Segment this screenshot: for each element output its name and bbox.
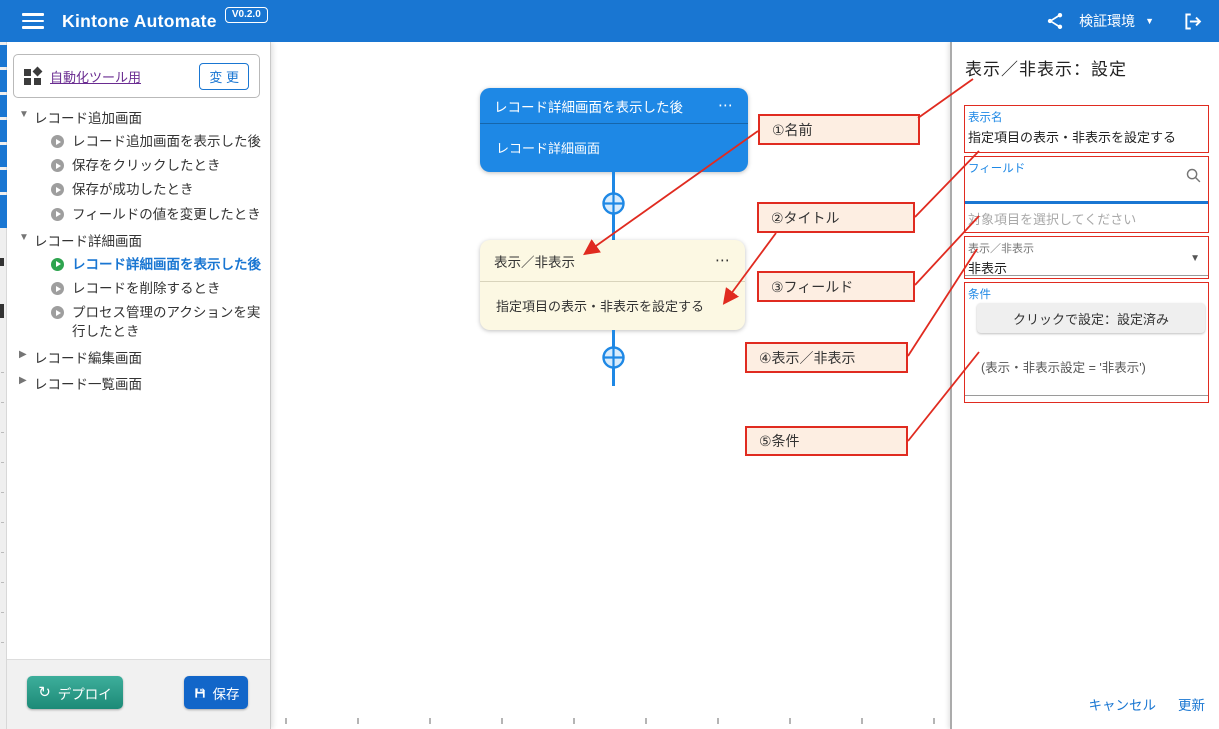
tree-item[interactable]: レコードを削除するとき — [7, 277, 270, 301]
action-node-title: 表示／非表示 — [494, 251, 575, 271]
tree-item-label: レコード詳細画面を表示した後 — [72, 256, 261, 274]
field-label: フィールド — [965, 157, 1208, 176]
tree-item-label: レコードを削除するとき — [72, 280, 221, 298]
panel-actions: キャンセル 更新 — [1089, 694, 1206, 714]
field-helper-text: 対象項目を選択してください — [968, 209, 1136, 228]
tree-item-label: 保存をクリックしたとき — [72, 157, 221, 175]
change-app-button[interactable]: 変 更 — [199, 63, 249, 90]
sidebar-footer: ↻ デプロイ 保存 — [7, 659, 270, 729]
app-icon — [24, 68, 41, 85]
caret-right-icon[interactable]: ▶ — [19, 349, 34, 360]
display-name-label: 表示名 — [965, 106, 1208, 125]
annotation-field: ③フィールド — [757, 271, 915, 302]
tree-section[interactable]: ▼レコード詳細画面 — [7, 227, 270, 253]
save-button[interactable]: 保存 — [184, 676, 248, 709]
tree-section[interactable]: ▶レコード編集画面 — [7, 344, 270, 370]
condition-expression: (表示・非表示設定 = '非表示') — [981, 357, 1146, 376]
app-name-link[interactable]: 自動化ツール用 — [50, 67, 141, 86]
tree-section-label: レコード一覧画面 — [34, 373, 142, 393]
tree-item[interactable]: プロセス管理のアクションを実行したとき — [7, 301, 270, 343]
tree-item[interactable]: 保存が成功したとき — [7, 178, 270, 202]
tree-item[interactable]: レコード追加画面を表示した後 — [7, 130, 270, 154]
cancel-button[interactable]: キャンセル — [1089, 694, 1157, 714]
settings-panel: 表示／非表示：設定 表示名 指定項目の表示・非表示を設定する フィールド 対象項… — [950, 42, 1219, 729]
update-button[interactable]: 更新 — [1178, 694, 1205, 714]
event-play-icon — [51, 282, 64, 295]
tree-item[interactable]: レコード詳細画面を表示した後 — [7, 253, 270, 277]
event-play-icon — [51, 183, 64, 196]
top-bar: Kintone Automate V0.2.0 検証環境 ▼ — [0, 0, 1219, 42]
left-minimap-strip — [0, 42, 7, 729]
event-play-icon — [51, 159, 64, 172]
condition-field: 条件 クリックで設定：設定済み (表示・非表示設定 = '非表示') — [964, 282, 1209, 403]
trigger-node-subtitle: レコード詳細画面 — [496, 138, 600, 157]
environment-label[interactable]: 検証環境 — [1079, 11, 1135, 31]
sidebar: 自動化ツール用 変 更 ▼レコード追加画面レコード追加画面を表示した後保存をクリ… — [7, 42, 271, 729]
share-icon[interactable] — [1045, 11, 1065, 31]
tree-item-label: 保存が成功したとき — [72, 181, 194, 199]
caret-right-icon[interactable]: ▶ — [19, 375, 34, 386]
deploy-button-label: デプロイ — [58, 683, 112, 703]
add-node-button[interactable] — [601, 191, 626, 216]
field-selector: フィールド 対象項目を選択してください — [964, 156, 1209, 233]
input-focus-underline — [965, 201, 1208, 204]
tree-section[interactable]: ▼レコード追加画面 — [7, 104, 270, 130]
visibility-label: 表示／非表示 — [965, 237, 1208, 256]
event-play-icon — [51, 258, 64, 271]
search-icon[interactable] — [1185, 167, 1202, 189]
annotation-title: ②タイトル — [757, 202, 915, 233]
logout-icon[interactable] — [1182, 11, 1203, 32]
settings-panel-title: 表示／非表示：設定 — [965, 55, 1127, 80]
condition-set-button[interactable]: クリックで設定：設定済み — [977, 303, 1205, 333]
tree-item-label: レコード追加画面を表示した後 — [72, 133, 261, 151]
kintone-automate-app: Kintone Automate V0.2.0 検証環境 ▼ — [0, 0, 1219, 729]
event-play-icon — [51, 208, 64, 221]
tree-section[interactable]: ▶レコード一覧画面 — [7, 370, 270, 396]
event-play-icon — [51, 135, 64, 148]
tree-item-label: フィールドの値を変更したとき — [72, 206, 261, 224]
version-badge: V0.2.0 — [225, 7, 268, 23]
flow-canvas: レコード詳細画面を表示した後 ⋯ レコード詳細画面 表示／非表示 ⋯ 指定項目の… — [271, 42, 950, 729]
annotation-name: ①名前 — [758, 114, 920, 145]
select-underline — [965, 275, 1208, 276]
tree-item[interactable]: フィールドの値を変更したとき — [7, 203, 270, 227]
caret-down-icon[interactable]: ▼ — [19, 109, 34, 120]
display-name-value[interactable]: 指定項目の表示・非表示を設定する — [965, 125, 1208, 150]
tree-section-label: レコード編集画面 — [34, 347, 142, 367]
app-selector: 自動化ツール用 変 更 — [13, 54, 260, 98]
tree-section-label: レコード追加画面 — [34, 107, 142, 127]
tree-section-label: レコード詳細画面 — [34, 230, 142, 250]
event-play-icon — [51, 306, 64, 319]
add-node-button[interactable] — [601, 345, 626, 370]
action-node-card[interactable]: 表示／非表示 ⋯ 指定項目の表示・非表示を設定する — [480, 240, 745, 330]
visibility-value[interactable]: 非表示 — [965, 256, 1208, 281]
trigger-node-title: レコード詳細画面を表示した後 — [494, 96, 683, 116]
environment-caret-icon[interactable]: ▼ — [1145, 16, 1154, 26]
field-search-input[interactable] — [968, 179, 1178, 194]
annotation-condition: ⑤条件 — [745, 426, 908, 456]
page-title: Kintone Automate — [62, 11, 217, 32]
annotation-visibility: ④表示／非表示 — [745, 342, 908, 373]
caret-down-icon[interactable]: ▼ — [19, 232, 34, 243]
trigger-node-card[interactable]: レコード詳細画面を表示した後 ⋯ レコード詳細画面 — [480, 88, 748, 172]
display-name-field: 表示名 指定項目の表示・非表示を設定する — [964, 105, 1209, 153]
deploy-button[interactable]: ↻ デプロイ — [27, 676, 123, 709]
tree-item-label: プロセス管理のアクションを実行したとき — [72, 304, 267, 340]
condition-divider — [965, 395, 1208, 396]
hamburger-menu-icon[interactable] — [22, 13, 44, 29]
chevron-down-icon[interactable]: ▼ — [1190, 253, 1200, 264]
save-button-label: 保存 — [213, 683, 240, 703]
condition-label: 条件 — [965, 283, 1208, 302]
visibility-select[interactable]: 表示／非表示 非表示 ▼ — [964, 236, 1209, 279]
sidebar-tree: ▼レコード追加画面レコード追加画面を表示した後保存をクリックしたとき保存が成功し… — [7, 104, 270, 396]
save-icon — [193, 686, 207, 700]
action-node-subtitle: 指定項目の表示・非表示を設定する — [496, 296, 704, 315]
sync-icon: ↻ — [38, 685, 51, 700]
tree-item[interactable]: 保存をクリックしたとき — [7, 154, 270, 178]
